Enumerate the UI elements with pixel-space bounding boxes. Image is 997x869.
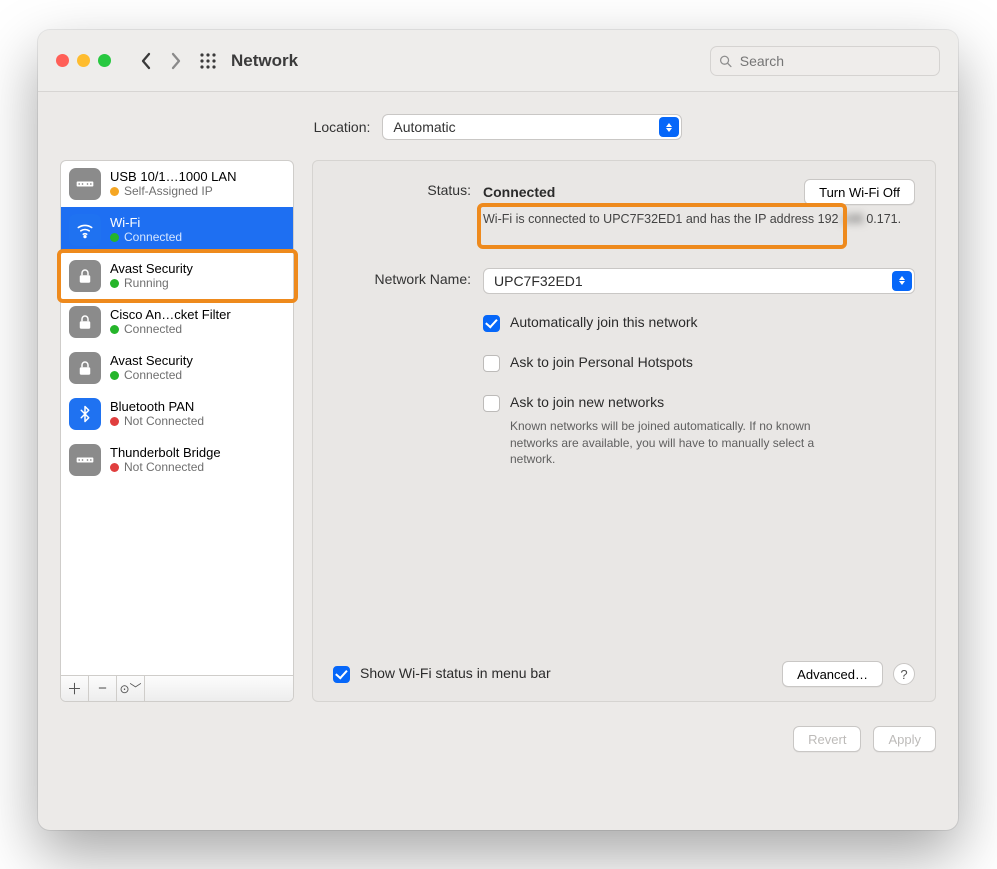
back-button[interactable]	[131, 46, 161, 76]
add-service-button[interactable]: ＋	[61, 676, 89, 701]
service-status: Self-Assigned IP	[110, 185, 236, 199]
location-value: Automatic	[393, 119, 455, 135]
remove-service-button[interactable]: −	[89, 676, 117, 701]
lock-icon	[69, 306, 101, 338]
traffic-lights	[56, 54, 111, 67]
status-label: Status:	[333, 179, 483, 198]
network-name-label: Network Name:	[333, 268, 483, 287]
service-detail-panel: Status: Connected Turn Wi-Fi Off Wi-Fi i…	[312, 160, 936, 702]
service-name: Avast Security	[110, 354, 193, 369]
chevron-updown-icon	[892, 271, 912, 291]
help-button[interactable]: ?	[893, 663, 915, 685]
toolbar: Network	[38, 30, 958, 92]
network-service-item[interactable]: Cisco An…cket FilterConnected	[61, 299, 293, 345]
show-all-button[interactable]	[193, 46, 223, 76]
show-menubar-label: Show Wi-Fi status in menu bar	[360, 665, 551, 681]
lock-icon	[69, 352, 101, 384]
minimize-window-button[interactable]	[77, 54, 90, 67]
location-select[interactable]: Automatic	[382, 114, 682, 140]
network-service-item[interactable]: Bluetooth PANNot Connected	[61, 391, 293, 437]
chevron-updown-icon	[659, 117, 679, 137]
ask-newnet-checkbox-row[interactable]: Ask to join new networks	[483, 394, 915, 412]
checkbox-checked-icon	[333, 666, 350, 683]
network-service-item[interactable]: Avast SecurityRunning	[61, 253, 293, 299]
network-name-value: UPC7F32ED1	[494, 273, 583, 289]
forward-button[interactable]	[161, 46, 191, 76]
close-window-button[interactable]	[56, 54, 69, 67]
service-status: Connected	[110, 323, 231, 337]
network-service-item[interactable]: Thunderbolt BridgeNot Connected	[61, 437, 293, 483]
wifi-icon	[69, 214, 101, 246]
service-status: Connected	[110, 231, 182, 245]
ask-hotspot-checkbox-row[interactable]: Ask to join Personal Hotspots	[483, 354, 915, 372]
checkbox-icon	[483, 395, 500, 412]
status-dot-icon	[110, 279, 119, 288]
lock-icon	[69, 260, 101, 292]
network-service-item[interactable]: Avast SecurityConnected	[61, 345, 293, 391]
service-name: Bluetooth PAN	[110, 400, 204, 415]
status-dot-icon	[110, 371, 119, 380]
network-service-item[interactable]: Wi-FiConnected	[61, 207, 293, 253]
checkbox-icon	[483, 355, 500, 372]
network-services-list: USB 10/1…1000 LANSelf-Assigned IPWi-FiCo…	[60, 160, 294, 702]
status-dot-icon	[110, 463, 119, 472]
service-actions-button[interactable]: ⊙﹀	[117, 676, 145, 701]
footer: Revert Apply	[38, 720, 958, 752]
checkbox-checked-icon	[483, 315, 500, 332]
service-name: Avast Security	[110, 262, 193, 277]
network-service-item[interactable]: USB 10/1…1000 LANSelf-Assigned IP	[61, 161, 293, 207]
ask-newnet-label: Ask to join new networks	[510, 394, 664, 410]
search-input[interactable]	[738, 52, 931, 70]
content-area: USB 10/1…1000 LANSelf-Assigned IPWi-FiCo…	[38, 160, 958, 720]
search-icon	[719, 54, 732, 68]
auto-join-label: Automatically join this network	[510, 314, 698, 330]
ask-hotspot-label: Ask to join Personal Hotspots	[510, 354, 693, 370]
network-preferences-window: Network Location: Automatic USB 10/1…100…	[38, 30, 958, 830]
bluetooth-icon	[69, 398, 101, 430]
ethernet-icon	[69, 444, 101, 476]
service-status: Not Connected	[110, 415, 204, 429]
status-dot-icon	[110, 325, 119, 334]
window-title: Network	[231, 51, 298, 71]
status-dot-icon	[110, 233, 119, 242]
location-row: Location: Automatic	[38, 92, 958, 160]
service-name: Thunderbolt Bridge	[110, 446, 221, 461]
service-status: Not Connected	[110, 461, 221, 475]
zoom-window-button[interactable]	[98, 54, 111, 67]
service-status: Connected	[110, 369, 193, 383]
service-name: USB 10/1…1000 LAN	[110, 170, 236, 185]
status-description: Wi-Fi is connected to UPC7F32ED1 and has…	[483, 211, 915, 228]
search-field[interactable]	[710, 46, 940, 76]
status-dot-icon	[110, 187, 119, 196]
wifi-toggle-button[interactable]: Turn Wi-Fi Off	[804, 179, 915, 205]
ethernet-icon	[69, 168, 101, 200]
sidebar-toolbar: ＋ − ⊙﹀	[61, 675, 293, 701]
show-menubar-checkbox-row[interactable]: Show Wi-Fi status in menu bar	[333, 665, 551, 683]
status-value: Connected	[483, 184, 555, 200]
revert-button[interactable]: Revert	[793, 726, 861, 752]
advanced-button[interactable]: Advanced…	[782, 661, 883, 687]
apply-button[interactable]: Apply	[873, 726, 936, 752]
service-status: Running	[110, 277, 193, 291]
network-name-select[interactable]: UPC7F32ED1	[483, 268, 915, 294]
location-label: Location:	[314, 119, 371, 135]
service-name: Wi-Fi	[110, 216, 182, 231]
auto-join-checkbox-row[interactable]: Automatically join this network	[483, 314, 915, 332]
service-name: Cisco An…cket Filter	[110, 308, 231, 323]
status-dot-icon	[110, 417, 119, 426]
ask-newnet-subtext: Known networks will be joined automatica…	[510, 418, 830, 468]
